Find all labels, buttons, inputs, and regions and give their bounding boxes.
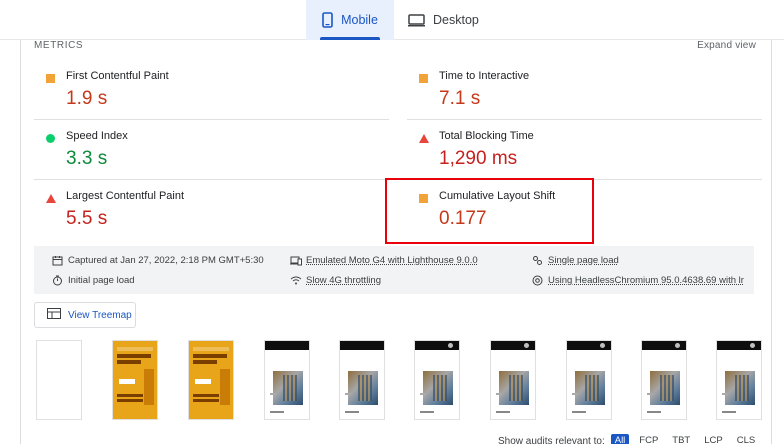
- captured-at-text: Captured at Jan 27, 2022, 2:18 PM GMT+5:…: [68, 255, 264, 266]
- filter-chip-fcp[interactable]: FCP: [635, 434, 662, 444]
- left-divider: [20, 40, 21, 444]
- metrics-header: METRICS Expand view: [34, 40, 756, 62]
- chrome-icon: [532, 275, 543, 286]
- initial-load: Initial page load: [52, 275, 278, 286]
- filmstrip-frame: [641, 340, 687, 420]
- average-square-icon: [419, 74, 428, 83]
- captured-at: Captured at Jan 27, 2022, 2:18 PM GMT+5:…: [52, 255, 278, 266]
- filmstrip-frame: [566, 340, 612, 420]
- devices-icon: [290, 255, 302, 266]
- metric-value: 1,290 ms: [439, 148, 518, 169]
- timer-icon: [52, 275, 63, 286]
- right-divider: [771, 40, 772, 444]
- network-throttling: Slow 4G throttling: [290, 275, 520, 286]
- filmstrip-frame: [188, 340, 234, 420]
- metric-label: Speed Index: [66, 130, 128, 142]
- filter-chip-tbt[interactable]: TBT: [668, 434, 694, 444]
- metrics-title: METRICS: [34, 40, 84, 51]
- filmstrip-frame: [339, 340, 385, 420]
- metric-first-contentful-paint: First Contentful Paint 1.9 s: [34, 60, 389, 120]
- metric-value: 1.9 s: [66, 88, 108, 109]
- audit-filter-row: Show audits relevant to: All FCP TBT LCP…: [498, 434, 759, 444]
- filmstrip-frame: [716, 340, 762, 420]
- session-type: Single page load: [532, 255, 732, 266]
- filmstrip-frame: [414, 340, 460, 420]
- tab-desktop[interactable]: Desktop: [408, 0, 479, 40]
- emulated-device: Emulated Moto G4 with Lighthouse 9.0.0: [290, 255, 520, 266]
- metric-speed-index: Speed Index 3.3 s: [34, 120, 389, 180]
- tab-mobile-label: Mobile: [341, 13, 378, 27]
- metric-label: Time to Interactive: [439, 70, 530, 82]
- highlight-annotation-box: [385, 178, 594, 244]
- loading-filmstrip: [36, 340, 766, 422]
- filmstrip-frame: [36, 340, 82, 420]
- wifi-icon: [290, 275, 302, 286]
- filmstrip-frame: [264, 340, 310, 420]
- metric-time-to-interactive: Time to Interactive 7.1 s: [407, 60, 762, 120]
- network-throttling-link[interactable]: Slow 4G throttling: [306, 275, 381, 286]
- session-type-link[interactable]: Single page load: [548, 255, 619, 266]
- metric-value: 3.3 s: [66, 148, 108, 169]
- metric-value: 7.1 s: [439, 88, 481, 109]
- metric-label: Total Blocking Time: [439, 130, 534, 142]
- metric-largest-contentful-paint: Largest Contentful Paint 5.5 s: [34, 180, 389, 240]
- run-summary-panel: Captured at Jan 27, 2022, 2:18 PM GMT+5:…: [34, 246, 754, 294]
- metric-value: 5.5 s: [66, 208, 108, 229]
- poor-triangle-icon: [46, 194, 56, 203]
- tab-mobile[interactable]: Mobile: [306, 0, 394, 40]
- average-square-icon: [46, 74, 55, 83]
- view-treemap-label: View Treemap: [68, 309, 132, 321]
- treemap-icon: [47, 308, 61, 322]
- poor-triangle-icon: [419, 134, 429, 143]
- smartphone-icon: [322, 12, 333, 28]
- filmstrip-frame: [112, 340, 158, 420]
- good-circle-icon: [46, 134, 55, 143]
- desktop-icon: [408, 13, 425, 27]
- metric-total-blocking-time: Total Blocking Time 1,290 ms: [407, 120, 762, 180]
- single-page-icon: [532, 255, 543, 266]
- filter-label: Show audits relevant to:: [498, 435, 605, 444]
- filter-chip-all[interactable]: All: [610, 434, 630, 444]
- expand-view-toggle[interactable]: Expand view: [697, 40, 756, 51]
- calendar-icon: [52, 255, 63, 266]
- view-treemap-button[interactable]: View Treemap: [34, 302, 136, 328]
- filmstrip-frame: [490, 340, 536, 420]
- device-tabs: Mobile Desktop: [0, 0, 784, 40]
- metric-label: First Contentful Paint: [66, 70, 169, 82]
- browser-version-link[interactable]: Using HeadlessChromium 95.0.4638.69 with…: [548, 275, 744, 286]
- metric-label: Largest Contentful Paint: [66, 190, 185, 202]
- emulated-device-link[interactable]: Emulated Moto G4 with Lighthouse 9.0.0: [306, 255, 478, 266]
- filter-chip-lcp[interactable]: LCP: [700, 434, 726, 444]
- tab-desktop-label: Desktop: [433, 13, 479, 27]
- initial-load-text: Initial page load: [68, 275, 135, 286]
- browser-version: Using HeadlessChromium 95.0.4638.69 with…: [532, 275, 746, 286]
- filter-chip-cls[interactable]: CLS: [733, 434, 759, 444]
